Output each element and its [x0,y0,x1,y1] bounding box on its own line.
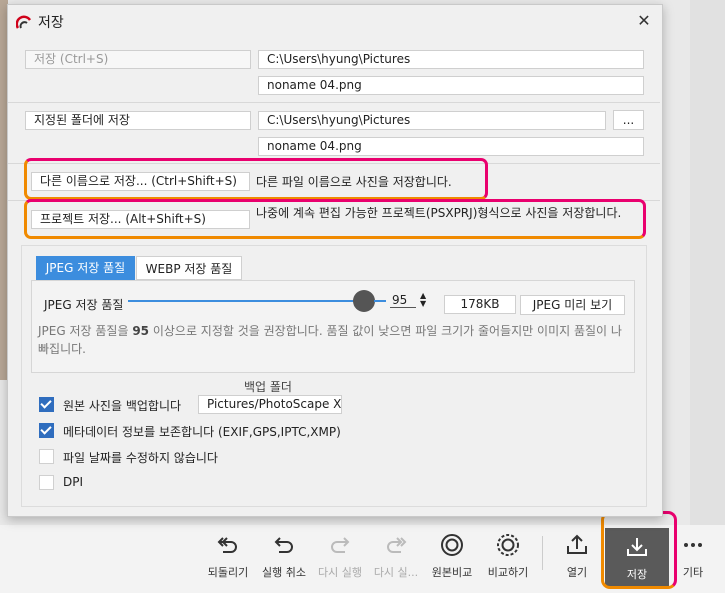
redo-all-label: 다시 실... [373,566,419,579]
app-logo-icon [16,15,32,29]
more-label: 기타 [682,566,704,579]
redo-all-icon [387,537,407,553]
file-size-value: 178KB [444,295,516,314]
target-file-name: noname 04.png [258,137,644,156]
undo-all-label: 되돌리기 [207,566,249,579]
divider [8,102,660,103]
save-file-name: noname 04.png [258,76,644,95]
compare-original-icon [441,534,463,556]
note-value: 95 [132,324,150,338]
tab-webp-quality[interactable]: WEBP 저장 품질 [136,256,242,280]
backup-original-checkbox[interactable] [39,397,54,412]
browse-folder-button[interactable]: ... [613,110,644,130]
preserve-metadata-label: 메타데이터 정보를 보존합니다 (EXIF,GPS,IPTC,XMP) [63,425,341,439]
note-prefix: JPEG 저장 품질을 [38,324,133,338]
close-icon[interactable]: ✕ [634,11,654,31]
compare-original-button[interactable]: 원본비교 [424,526,480,588]
redo-button[interactable]: 다시 실행 [312,526,368,588]
save-button-highlight [601,511,677,589]
quality-slider-track[interactable] [128,300,364,302]
undo-all-icon [217,537,237,553]
save-ctrl-s-button[interactable]: 저장 (Ctrl+S) [25,50,251,69]
undo-all-button[interactable]: 되돌리기 [200,526,256,588]
redo-all-button[interactable]: 다시 실... [368,526,424,588]
quality-recommendation-note: JPEG 저장 품질을 95 이상으로 지정할 것을 권장합니다. 품질 값이 … [38,322,628,358]
keep-file-date-label: 파일 날짜를 수정하지 않습니다 [63,451,218,465]
redo-icon [331,537,350,553]
keep-file-date-checkbox[interactable] [39,449,54,464]
save-folder-path: C:\Users\hyung\Pictures [258,50,644,69]
compare-original-label: 원본비교 [431,566,473,579]
jpeg-quality-label: JPEG 저장 품질 [44,298,124,312]
quality-slider-track-end [374,300,386,302]
dpi-checkbox[interactable] [39,475,54,490]
tab-jpeg-quality[interactable]: JPEG 저장 품질 [36,256,135,280]
save-project-highlight [24,199,646,239]
undo-label: 실행 취소 [262,566,306,579]
backup-original-label: 원본 사진을 백업합니다 [63,399,182,413]
dpi-label: DPI [63,475,84,489]
open-icon [567,534,587,554]
open-button[interactable]: 열기 [549,526,605,588]
quality-value: 95 [390,293,416,308]
compare-label: 비교하기 [487,566,529,579]
open-label: 열기 [566,566,588,579]
spinner-arrows-icon[interactable]: ▲ ▼ [420,292,426,308]
save-as-highlight [24,158,488,200]
dialog-title-bar: 저장 [16,11,64,33]
target-folder-path: C:\Users\hyung\Pictures [258,111,606,130]
dialog-title: 저장 [38,15,64,31]
jpeg-preview-button[interactable]: JPEG 미리 보기 [520,295,625,315]
quality-slider-thumb[interactable] [352,290,375,312]
undo-icon [274,537,293,553]
compare-icon [497,534,519,556]
more-icon [684,543,702,547]
compare-button[interactable]: 비교하기 [480,526,536,588]
backup-folder-field[interactable]: Pictures/PhotoScape X [198,395,342,414]
toolbar-separator [542,536,543,570]
quality-spinner[interactable]: 95 ▲ ▼ [390,292,436,310]
save-to-folder-button[interactable]: 지정된 폴더에 저장 [25,111,251,130]
backup-folder-caption: 백업 폴더 [244,380,292,394]
redo-label: 다시 실행 [318,566,362,579]
background-panel [690,0,725,525]
undo-button[interactable]: 실행 취소 [256,526,312,588]
preserve-metadata-checkbox[interactable] [39,423,54,438]
